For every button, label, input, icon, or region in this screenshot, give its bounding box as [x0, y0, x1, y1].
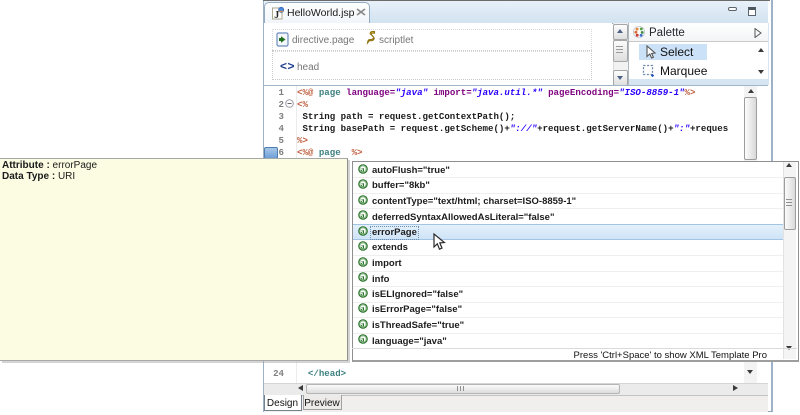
svg-text:a: a	[361, 335, 365, 343]
svg-text:a: a	[361, 180, 365, 188]
svg-text:a: a	[361, 258, 365, 266]
svg-text:a: a	[361, 320, 365, 328]
svg-text:a: a	[361, 196, 365, 204]
svg-text:a: a	[361, 227, 365, 235]
svg-text:a: a	[361, 273, 365, 281]
svg-text:a: a	[361, 289, 365, 297]
svg-text:J: J	[274, 10, 279, 20]
svg-text:a: a	[361, 242, 365, 250]
svg-text:a: a	[361, 165, 365, 173]
svg-text:a: a	[361, 304, 365, 312]
svg-text:a: a	[361, 211, 365, 219]
